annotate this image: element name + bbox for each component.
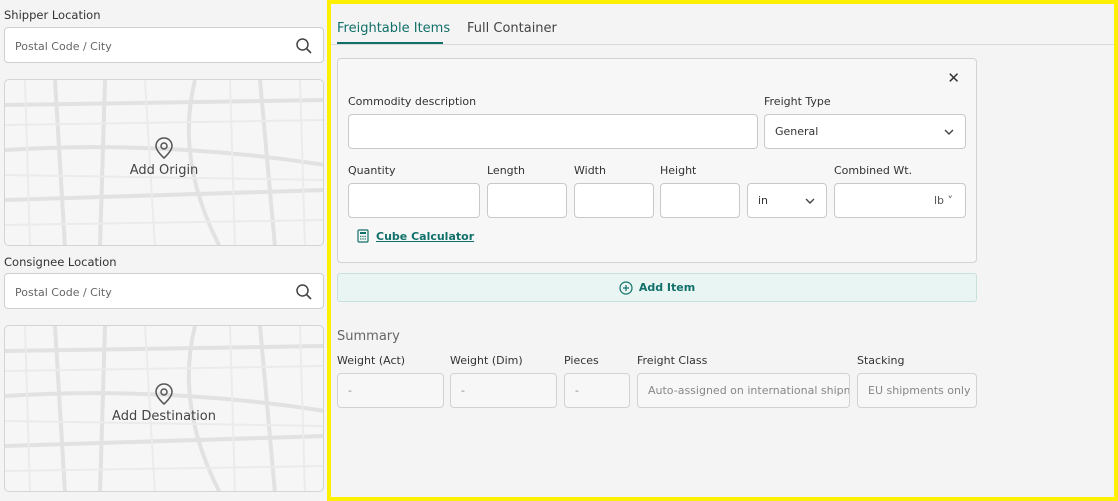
freight-type-select[interactable]: General xyxy=(764,114,966,149)
freight-type-label: Freight Type xyxy=(764,95,831,108)
add-origin-label: Add Origin xyxy=(129,163,199,178)
weight-dim-label: Weight (Dim) xyxy=(450,354,523,367)
consignee-search-field[interactable] xyxy=(4,273,324,309)
consignee-search-input[interactable] xyxy=(15,282,285,302)
commodity-description-input[interactable] xyxy=(348,114,758,149)
height-label: Height xyxy=(660,164,697,177)
plus-circle-icon xyxy=(619,280,633,295)
freight-item-card: ✕ Commodity description Freight Type Gen… xyxy=(337,58,977,263)
add-destination-label: Add Destination xyxy=(112,409,216,424)
chevron-down-icon xyxy=(944,129,954,135)
calculator-icon xyxy=(357,229,369,243)
width-input[interactable] xyxy=(574,183,654,218)
cube-calculator[interactable]: Cube Calculator xyxy=(356,229,474,243)
weight-unit-select[interactable]: lb ˅ xyxy=(934,194,953,207)
tab-full-container[interactable]: Full Container xyxy=(467,21,557,36)
location-pin-icon xyxy=(155,383,173,405)
quantity-label: Quantity xyxy=(348,164,396,177)
dimension-unit-select[interactable]: in xyxy=(747,183,827,218)
tab-bar: Freightable Items Full Container xyxy=(331,4,1114,45)
search-icon[interactable] xyxy=(295,37,313,55)
location-panel: Shipper Location Postal Code / City Add … xyxy=(0,0,328,501)
commodity-description-label: Commodity description xyxy=(348,95,477,108)
shipper-search-field[interactable] xyxy=(4,27,324,63)
shipper-search-input[interactable] xyxy=(15,36,285,56)
close-icon[interactable]: ✕ xyxy=(947,69,960,87)
add-item-label: Add Item xyxy=(638,281,696,294)
length-label: Length xyxy=(487,164,525,177)
destination-map[interactable]: Add Destination xyxy=(4,325,324,492)
length-input[interactable] xyxy=(487,183,567,218)
active-tab-indicator xyxy=(337,42,443,44)
search-icon[interactable] xyxy=(295,283,313,301)
combined-weight-input[interactable]: lb ˅ xyxy=(834,183,966,218)
weight-dim-field: - xyxy=(450,373,557,408)
freight-class-label: Freight Class xyxy=(637,354,708,367)
summary-title: Summary xyxy=(337,329,400,344)
stacking-label: Stacking xyxy=(857,354,905,367)
combined-weight-label: Combined Wt. xyxy=(834,164,913,177)
freight-class-field: Auto-assigned on international shipme xyxy=(637,373,850,408)
shipper-location-label: Shipper Location xyxy=(4,8,101,22)
stacking-field: EU shipments only xyxy=(857,373,977,408)
tab-freightable-items[interactable]: Freightable Items xyxy=(337,21,450,36)
quantity-input[interactable] xyxy=(348,183,480,218)
consignee-location-label: Consignee Location xyxy=(4,255,117,269)
height-input[interactable] xyxy=(660,183,740,218)
weight-act-label: Weight (Act) xyxy=(337,354,406,367)
width-label: Width xyxy=(574,164,606,177)
origin-map[interactable]: Add Origin xyxy=(4,79,324,246)
weight-act-field: - xyxy=(337,373,444,408)
add-item-button[interactable]: Add Item xyxy=(337,273,977,302)
pieces-label: Pieces xyxy=(564,354,599,367)
freight-panel: Freightable Items Full Container ✕ Commo… xyxy=(327,0,1118,501)
cube-calculator-link[interactable]: Cube Calculator xyxy=(376,230,474,243)
chevron-down-icon xyxy=(805,198,815,204)
location-pin-icon xyxy=(155,137,173,159)
pieces-field: - xyxy=(564,373,630,408)
